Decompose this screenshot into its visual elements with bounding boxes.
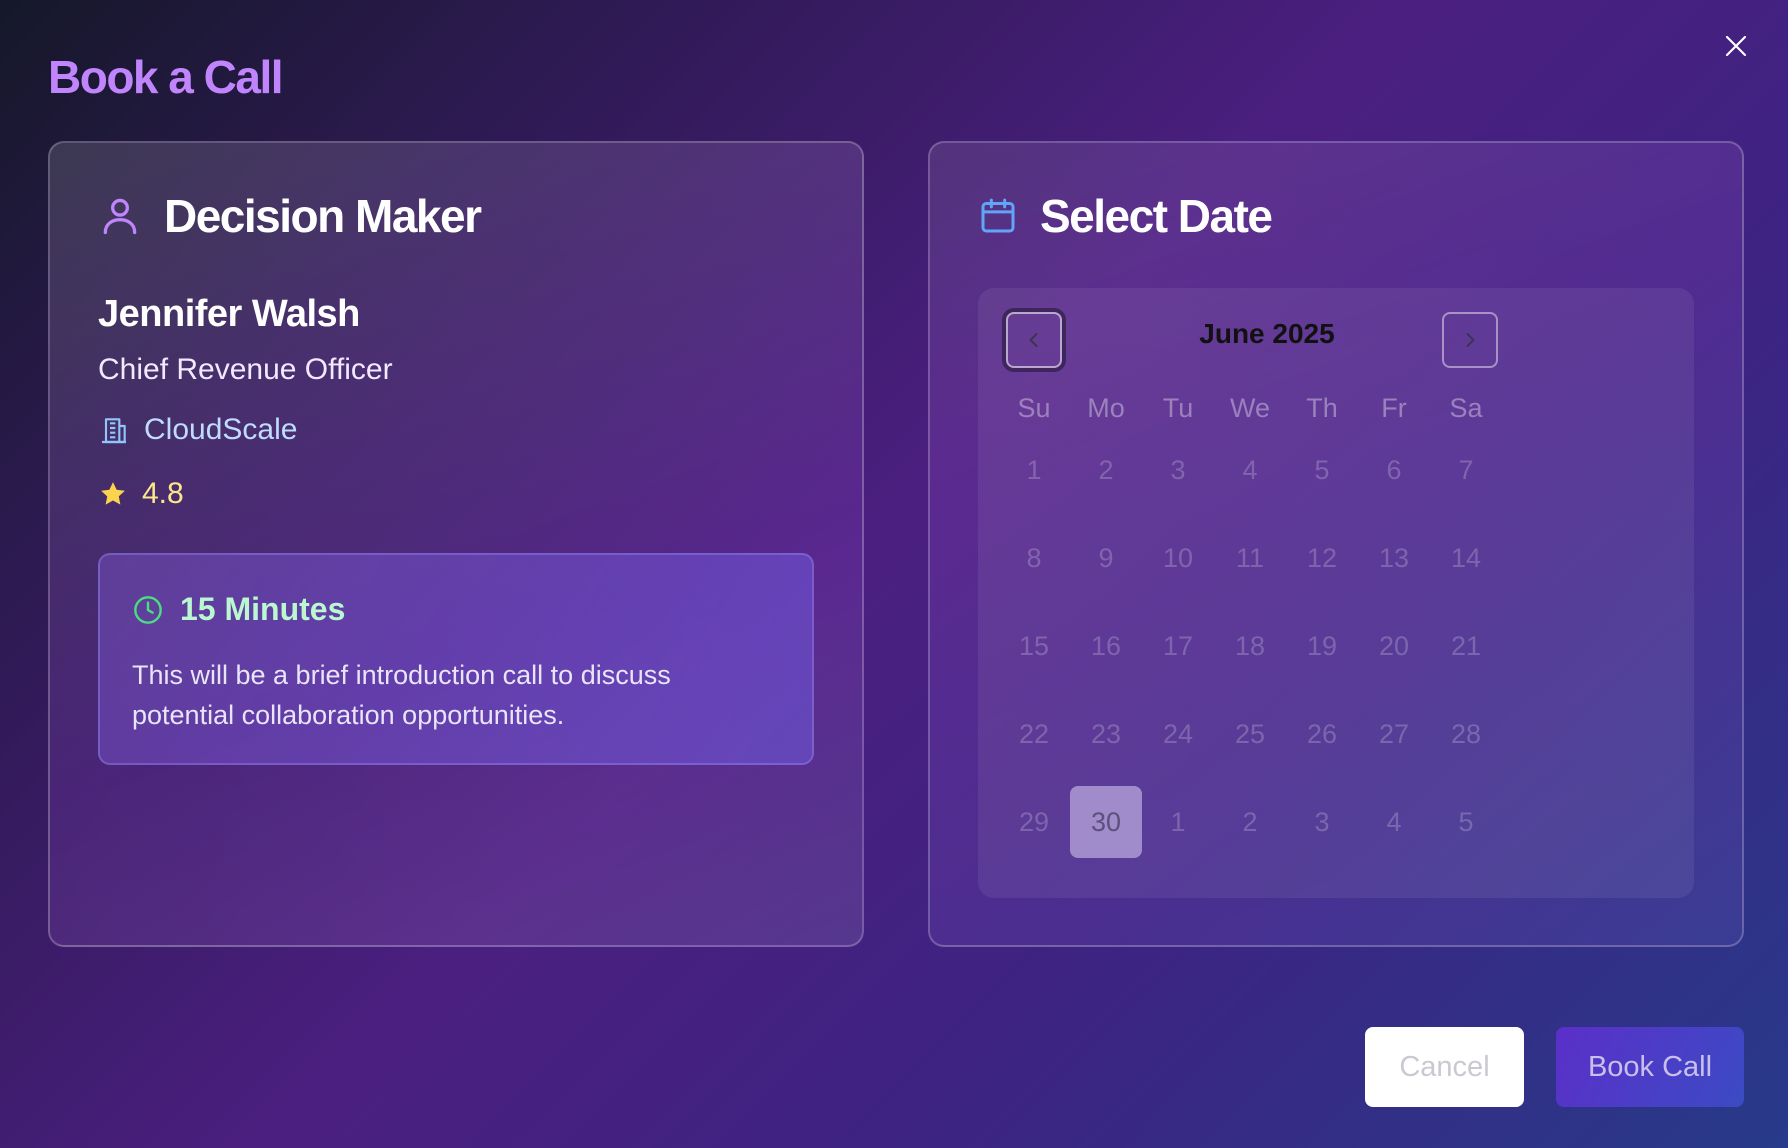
modal-title: Book a Call	[48, 51, 284, 103]
calendar-day[interactable]: 4	[1214, 434, 1286, 506]
select-date-header: Select Date	[978, 189, 1273, 243]
weekday-header: Tu	[1162, 393, 1194, 423]
calendar-day[interactable]: 10	[1142, 522, 1214, 594]
calendar-day[interactable]: 26	[1286, 698, 1358, 770]
calendar-day[interactable]: 1	[1142, 786, 1214, 858]
calendar-day[interactable]: 15	[998, 610, 1070, 682]
building-icon	[102, 418, 126, 444]
calendar-day[interactable]: 24	[1142, 698, 1214, 770]
next-month-button[interactable]	[1442, 312, 1498, 368]
calendar-day[interactable]: 5	[1286, 434, 1358, 506]
calendar-day[interactable]: 3	[1286, 786, 1358, 858]
weekday-header: We	[1229, 393, 1270, 423]
call-duration: 15 Minutes	[180, 591, 346, 627]
calendar-day[interactable]: 21	[1430, 610, 1502, 682]
calendar-day[interactable]: 2	[1214, 786, 1286, 858]
calendar-day[interactable]: 11	[1214, 522, 1286, 594]
weekday-header: Sa	[1449, 393, 1483, 423]
company-name: CloudScale	[144, 413, 298, 446]
rating-value: 4.8	[142, 477, 184, 510]
close-icon	[1725, 35, 1747, 57]
close-button[interactable]	[1720, 30, 1752, 62]
calendar-day[interactable]: 2	[1070, 434, 1142, 506]
contact-role: Chief Revenue Officer	[98, 353, 393, 386]
calendar-day[interactable]: 13	[1358, 522, 1430, 594]
call-description: This will be a brief introduction call t…	[132, 660, 671, 730]
calendar-day[interactable]: 14	[1430, 522, 1502, 594]
calendar-day[interactable]: 7	[1430, 434, 1502, 506]
calendar-day[interactable]: 19	[1286, 610, 1358, 682]
calendar-day[interactable]: 28	[1430, 698, 1502, 770]
calendar-icon	[981, 198, 1015, 233]
contact-name: Jennifer Walsh	[98, 293, 360, 335]
book-call-button[interactable]: Book Call	[1556, 1027, 1744, 1107]
calendar-day-selected[interactable]: 30	[1070, 786, 1142, 858]
calendar-day[interactable]: 1	[998, 434, 1070, 506]
calendar-day[interactable]: 25	[1214, 698, 1286, 770]
decision-maker-header: Decision Maker	[98, 189, 482, 243]
calendar-day[interactable]: 5	[1430, 786, 1502, 858]
select-date-panel: Select Date June 2025 Su Mo Tu We Th Fr Sa 1 2 3 4…	[928, 141, 1744, 947]
calendar-day[interactable]: 16	[1070, 610, 1142, 682]
cancel-button[interactable]: Cancel	[1365, 1027, 1524, 1107]
calendar-month-label: June 2025	[1199, 318, 1335, 349]
weekday-header: Mo	[1087, 393, 1125, 423]
calendar-day[interactable]: 8	[998, 522, 1070, 594]
weekday-header: Th	[1306, 393, 1338, 423]
chevron-left-icon	[1029, 333, 1038, 347]
calendar-day[interactable]: 23	[1070, 698, 1142, 770]
previous-month-button[interactable]	[1006, 312, 1062, 368]
call-info-box: 15 Minutes This will be a brief introduc…	[98, 553, 814, 765]
select-date-heading: Select Date	[1040, 190, 1273, 242]
calendar-day[interactable]: 29	[998, 786, 1070, 858]
calendar-day[interactable]: 18	[1214, 610, 1286, 682]
user-icon	[103, 198, 137, 235]
decision-maker-heading: Decision Maker	[164, 190, 482, 242]
calendar-day[interactable]: 6	[1358, 434, 1430, 506]
calendar-day[interactable]: 3	[1142, 434, 1214, 506]
weekday-header: Fr	[1381, 393, 1407, 423]
calendar: June 2025 Su Mo Tu We Th Fr Sa 1 2 3 4 5 6 7 8 9 10 11 12 1…	[978, 288, 1694, 898]
calendar-day[interactable]: 22	[998, 698, 1070, 770]
star-icon	[101, 482, 125, 505]
calendar-day[interactable]: 4	[1358, 786, 1430, 858]
rating-row: 4.8	[98, 477, 184, 511]
clock-icon	[134, 595, 162, 624]
company-row: CloudScale	[98, 413, 297, 447]
decision-maker-panel: Decision Maker Jennifer Walsh Chief Reve…	[48, 141, 864, 947]
calendar-day[interactable]: 12	[1286, 522, 1358, 594]
calendar-day[interactable]: 17	[1142, 610, 1214, 682]
calendar-day[interactable]: 20	[1358, 610, 1430, 682]
calendar-day[interactable]: 27	[1358, 698, 1430, 770]
call-duration-row: 15 Minutes	[132, 591, 345, 628]
chevron-right-icon	[1466, 333, 1475, 347]
weekday-header: Su	[1017, 393, 1051, 423]
calendar-day[interactable]: 9	[1070, 522, 1142, 594]
